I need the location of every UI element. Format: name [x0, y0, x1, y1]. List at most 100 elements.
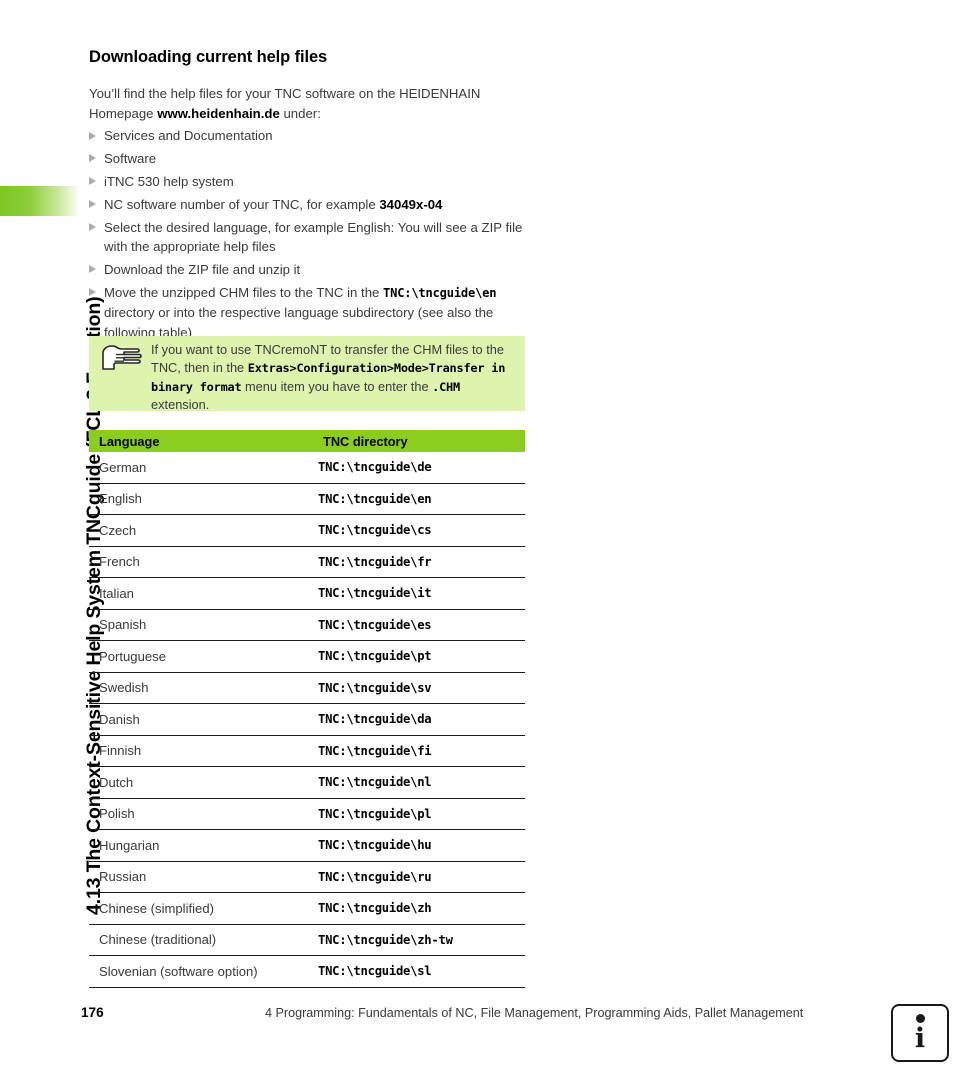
triangle-bullet-icon	[89, 154, 96, 163]
table-row: Polish TNC:\tncguide\pl	[89, 798, 525, 830]
document-page: 4.13 The Context-Sensitive Help System T…	[0, 0, 954, 1091]
info-icon: i	[891, 1004, 949, 1062]
cell-directory: TNC:\tncguide\da	[313, 703, 525, 736]
chapter-tab-marker	[0, 186, 80, 216]
cell-directory: TNC:\tncguide\en	[313, 483, 525, 515]
table-row: Italian TNC:\tncguide\it	[89, 577, 525, 610]
steps-list: Services and Documentation Software iTNC…	[89, 126, 534, 346]
cell-directory: TNC:\tncguide\es	[313, 609, 525, 641]
cell-language: Portuguese	[89, 640, 313, 673]
language-directory-table: Language TNC directory German TNC:\tncgui…	[89, 430, 525, 988]
list-item-label: Download the ZIP file and unzip it	[104, 261, 301, 277]
note-chm-extension: .CHM	[432, 379, 460, 394]
triangle-bullet-icon	[89, 200, 96, 209]
cell-language: Hungarian	[89, 829, 313, 862]
table-row: Russian TNC:\tncguide\ru	[89, 861, 525, 893]
note-part-2: menu item you have to enter the	[241, 378, 433, 394]
cell-language: Italian	[89, 577, 313, 610]
list-item: Move the unzipped CHM files to the TNC i…	[89, 283, 534, 342]
cell-directory: TNC:\tncguide\cs	[313, 514, 525, 547]
cell-directory: TNC:\tncguide\it	[313, 577, 525, 610]
cell-language: Russian	[89, 861, 313, 893]
intro-paragraph: You’ll find the help files for your TNC …	[89, 84, 525, 123]
note-box: If you want to use TNCremoNT to transfer…	[89, 336, 525, 414]
column-header-directory: TNC directory	[313, 430, 525, 452]
intro-line-1: You’ll find the help files for your TNC …	[89, 86, 481, 101]
cell-language: Chinese (traditional)	[89, 924, 313, 956]
cell-directory: TNC:\tncguide\de	[313, 452, 525, 484]
triangle-bullet-icon	[89, 223, 96, 232]
cell-directory: TNC:\tncguide\zh-tw	[313, 924, 525, 956]
list-item: NC software number of your TNC, for exam…	[89, 195, 534, 214]
cell-directory: TNC:\tncguide\ru	[313, 861, 525, 893]
column-header-language: Language	[89, 430, 313, 452]
nc-software-number: 34049x-04	[379, 196, 443, 212]
info-icon-letter: i	[914, 1023, 926, 1054]
intro-line-2-suffix: under:	[279, 105, 321, 121]
cell-language: Finnish	[89, 735, 313, 767]
cell-language: Spanish	[89, 609, 313, 641]
table-row: German TNC:\tncguide\de	[89, 452, 525, 484]
list-item: Download the ZIP file and unzip it	[89, 260, 534, 279]
cell-language: Polish	[89, 798, 313, 830]
note-part-3: extension.	[151, 396, 210, 412]
table-row: English TNC:\tncguide\en	[89, 483, 525, 515]
triangle-bullet-icon	[89, 177, 96, 186]
cell-language: German	[89, 452, 313, 484]
heidenhain-url: www.heidenhain.de	[157, 105, 280, 121]
tncguide-path: TNC:\tncguide\en	[383, 285, 497, 300]
cell-language: Chinese (simplified)	[89, 892, 313, 925]
list-item: Software	[89, 149, 534, 168]
cell-directory: TNC:\tncguide\pt	[313, 640, 525, 673]
triangle-bullet-icon	[89, 265, 96, 274]
table-row: Czech TNC:\tncguide\cs	[89, 514, 525, 547]
cell-directory: TNC:\tncguide\pl	[313, 798, 525, 830]
pointing-hand-icon	[99, 343, 143, 375]
list-item: iTNC 530 help system	[89, 172, 534, 191]
cell-language: Danish	[89, 703, 313, 736]
info-icon-dot	[915, 1014, 925, 1023]
table-row: Portuguese TNC:\tncguide\pt	[89, 640, 525, 673]
list-item: Services and Documentation	[89, 126, 534, 145]
note-text: If you want to use TNCremoNT to transfer…	[151, 341, 511, 414]
table-row: Hungarian TNC:\tncguide\hu	[89, 829, 525, 862]
cell-directory: TNC:\tncguide\fr	[313, 546, 525, 578]
list-item-label: Software	[104, 150, 157, 166]
cell-directory: TNC:\tncguide\zh	[313, 892, 525, 925]
list-item: Select the desired language, for example…	[89, 218, 534, 257]
list-item-label: Select the desired language, for example…	[104, 219, 523, 255]
cell-language: Swedish	[89, 672, 313, 704]
list-item-label: Move the unzipped CHM files to the TNC i…	[104, 284, 384, 300]
table-row: Chinese (simplified) TNC:\tncguide\zh	[89, 892, 525, 925]
triangle-bullet-icon	[89, 131, 96, 140]
table-row: Dutch TNC:\tncguide\nl	[89, 766, 525, 799]
note-menu-path: Extras>Configuration>Mode>	[247, 361, 429, 376]
cell-language: Dutch	[89, 766, 313, 799]
cell-directory: TNC:\tncguide\sl	[313, 955, 525, 988]
page-number: 176	[81, 1005, 104, 1020]
table-row: French TNC:\tncguide\fr	[89, 546, 525, 578]
intro-line-2-prefix: Homepage	[89, 105, 158, 121]
cell-language: Slovenian (software option)	[89, 955, 313, 988]
cell-language: English	[89, 483, 313, 515]
table-body: German TNC:\tncguide\de English TNC:\tncgu…	[89, 452, 525, 988]
list-item-label-cont: directory or into the respective languag…	[104, 305, 494, 340]
cell-directory: TNC:\tncguide\hu	[313, 829, 525, 862]
table-header-row: Language TNC directory	[89, 430, 525, 452]
list-item-label: iTNC 530 help system	[104, 173, 234, 189]
list-item-label: NC software number of your TNC, for exam…	[104, 196, 380, 212]
table-row: Spanish TNC:\tncguide\es	[89, 609, 525, 641]
page-title: Downloading current help files	[89, 48, 328, 66]
triangle-bullet-icon	[89, 288, 96, 297]
cell-directory: TNC:\tncguide\fi	[313, 735, 525, 767]
table-row: Swedish TNC:\tncguide\sv	[89, 672, 525, 704]
table-row: Chinese (traditional) TNC:\tncguide\zh-tw	[89, 924, 525, 956]
list-item-label: Services and Documentation	[104, 128, 273, 143]
cell-language: French	[89, 546, 313, 578]
cell-directory: TNC:\tncguide\sv	[313, 672, 525, 704]
table-row: Finnish TNC:\tncguide\fi	[89, 735, 525, 767]
table-row: Slovenian (software option) TNC:\tncguide…	[89, 955, 525, 988]
table-row: Danish TNC:\tncguide\da	[89, 703, 525, 736]
cell-directory: TNC:\tncguide\nl	[313, 766, 525, 799]
footer-chapter-line: 4 Programming: Fundamentals of NC, File …	[265, 1006, 804, 1020]
